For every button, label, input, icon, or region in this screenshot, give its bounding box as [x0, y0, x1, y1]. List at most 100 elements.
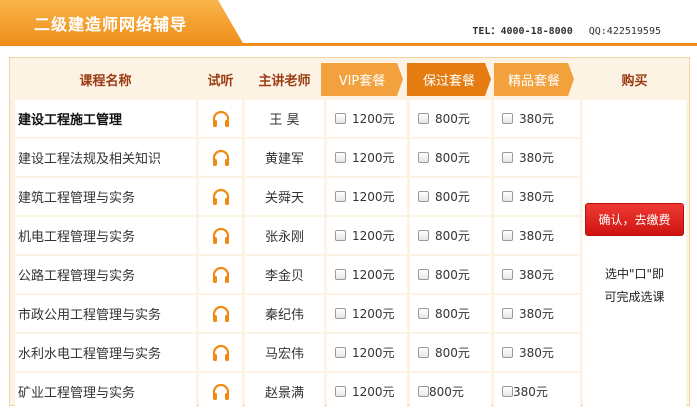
contact-qq: QQ:422519595: [588, 26, 661, 37]
course-name: 市政公用工程管理与实务: [15, 295, 196, 332]
guarantee-price: 800元: [435, 190, 470, 204]
guarantee-checkbox[interactable]: [418, 191, 429, 202]
vip-option[interactable]: 1200元: [327, 217, 407, 254]
buy-panel: 确认，去缴费 选中"口"即 可完成选课: [583, 100, 686, 407]
vip-checkbox[interactable]: [335, 191, 346, 202]
vip-option[interactable]: 1200元: [327, 100, 407, 137]
vip-price: 1200元: [352, 112, 395, 126]
guarantee-checkbox[interactable]: [418, 347, 429, 358]
premium-option[interactable]: 380元: [494, 295, 580, 332]
headphones-icon: [212, 305, 229, 322]
guarantee-checkbox[interactable]: [418, 308, 429, 319]
guarantee-checkbox[interactable]: [418, 230, 429, 241]
premium-price: 380元: [519, 346, 554, 360]
contact-info: TEL：4000-18-8000 QQ:422519595: [472, 22, 661, 37]
table-row: 建设工程施工管理 王 昊 1200元 800元 380元: [15, 100, 580, 137]
table-row: 建筑工程管理与实务 关舜天 1200元 800元 380元: [15, 178, 580, 215]
confirm-pay-button[interactable]: 确认，去缴费: [585, 203, 684, 236]
vip-price: 1200元: [352, 229, 395, 243]
listen-button[interactable]: [199, 178, 242, 215]
guarantee-price: 800元: [435, 229, 470, 243]
guarantee-price: 800元: [435, 346, 470, 360]
guarantee-price: 800元: [435, 307, 470, 321]
premium-checkbox[interactable]: [502, 347, 513, 358]
vip-checkbox[interactable]: [335, 230, 346, 241]
premium-checkbox[interactable]: [502, 230, 513, 241]
premium-checkbox[interactable]: [502, 386, 513, 397]
premium-option[interactable]: 380元: [494, 334, 580, 371]
headphones-icon: [212, 383, 229, 400]
vip-option[interactable]: 1200元: [327, 178, 407, 215]
table-row: 矿业工程管理与实务 赵景满 1200元 800元 380元: [15, 373, 580, 410]
vip-checkbox[interactable]: [335, 308, 346, 319]
listen-button[interactable]: [199, 100, 242, 137]
vip-option[interactable]: 1200元: [327, 256, 407, 293]
teacher-name: 赵景满: [245, 373, 324, 410]
premium-option[interactable]: 380元: [494, 100, 580, 137]
premium-option[interactable]: 380元: [494, 256, 580, 293]
guarantee-option[interactable]: 800元: [410, 334, 491, 371]
premium-checkbox[interactable]: [502, 191, 513, 202]
premium-checkbox[interactable]: [502, 152, 513, 163]
page-header: 二级建造师网络辅导 TEL：4000-18-8000 QQ:422519595: [0, 0, 697, 46]
guarantee-price: 800元: [435, 112, 470, 126]
vip-option[interactable]: 1200元: [327, 373, 407, 410]
listen-button[interactable]: [199, 334, 242, 371]
vip-price: 1200元: [352, 268, 395, 282]
headphones-icon: [212, 149, 229, 166]
vip-checkbox[interactable]: [335, 386, 346, 397]
guarantee-option[interactable]: 800元: [410, 217, 491, 254]
contact-tel: TEL：4000-18-8000: [472, 26, 573, 37]
guarantee-option[interactable]: 800元: [410, 295, 491, 332]
vip-checkbox[interactable]: [335, 347, 346, 358]
teacher-name: 黄建军: [245, 139, 324, 176]
guarantee-option[interactable]: 800元: [410, 178, 491, 215]
guarantee-price: 800元: [435, 268, 470, 282]
course-table: 课程名称 试听 主讲老师 VIP套餐 保过套餐 精品套餐 购买 建设工程施工管理…: [9, 57, 690, 410]
guarantee-option[interactable]: 800元: [410, 100, 491, 137]
vip-checkbox[interactable]: [335, 152, 346, 163]
listen-button[interactable]: [199, 217, 242, 254]
premium-checkbox[interactable]: [502, 269, 513, 280]
header-underline: [0, 43, 697, 46]
table-row: 市政公用工程管理与实务 秦纪伟 1200元 800元 380元: [15, 295, 580, 332]
guarantee-checkbox[interactable]: [418, 113, 429, 124]
premium-checkbox[interactable]: [502, 308, 513, 319]
guarantee-option[interactable]: 800元: [410, 256, 491, 293]
listen-button[interactable]: [199, 373, 242, 410]
vip-option[interactable]: 1200元: [327, 334, 407, 371]
premium-option[interactable]: 380元: [494, 139, 580, 176]
vip-checkbox[interactable]: [335, 113, 346, 124]
table-row: 建设工程法规及相关知识 黄建军 1200元 800元 380元: [15, 139, 580, 176]
vip-checkbox[interactable]: [335, 269, 346, 280]
premium-option[interactable]: 380元: [494, 373, 580, 410]
guarantee-checkbox[interactable]: [418, 386, 429, 397]
premium-option[interactable]: 380元: [494, 178, 580, 215]
column-header-listen: 试听: [199, 61, 242, 97]
vip-price: 1200元: [352, 385, 395, 399]
headphones-icon: [212, 266, 229, 283]
listen-button[interactable]: [199, 295, 242, 332]
course-name: 水利水电工程管理与实务: [15, 334, 196, 371]
table-row: 水利水电工程管理与实务 马宏伟 1200元 800元 380元: [15, 334, 580, 371]
course-name: 建设工程施工管理: [15, 100, 196, 137]
column-header-guarantee-package: 保过套餐: [407, 63, 491, 96]
premium-option[interactable]: 380元: [494, 217, 580, 254]
course-name: 建设工程法规及相关知识: [15, 139, 196, 176]
teacher-name: 马宏伟: [245, 334, 324, 371]
vip-option[interactable]: 1200元: [327, 139, 407, 176]
vip-price: 1200元: [352, 151, 395, 165]
listen-button[interactable]: [199, 256, 242, 293]
headphones-icon: [212, 344, 229, 361]
premium-price: 380元: [513, 385, 548, 399]
guarantee-checkbox[interactable]: [418, 152, 429, 163]
course-name: 矿业工程管理与实务: [15, 373, 196, 410]
vip-option[interactable]: 1200元: [327, 295, 407, 332]
guarantee-option[interactable]: 800元: [410, 139, 491, 176]
guarantee-option[interactable]: 800元: [410, 373, 491, 410]
guarantee-checkbox[interactable]: [418, 269, 429, 280]
table-header: 课程名称 试听 主讲老师 VIP套餐 保过套餐 精品套餐 购买: [15, 61, 686, 97]
premium-checkbox[interactable]: [502, 113, 513, 124]
column-header-course: 课程名称: [15, 61, 196, 97]
listen-button[interactable]: [199, 139, 242, 176]
